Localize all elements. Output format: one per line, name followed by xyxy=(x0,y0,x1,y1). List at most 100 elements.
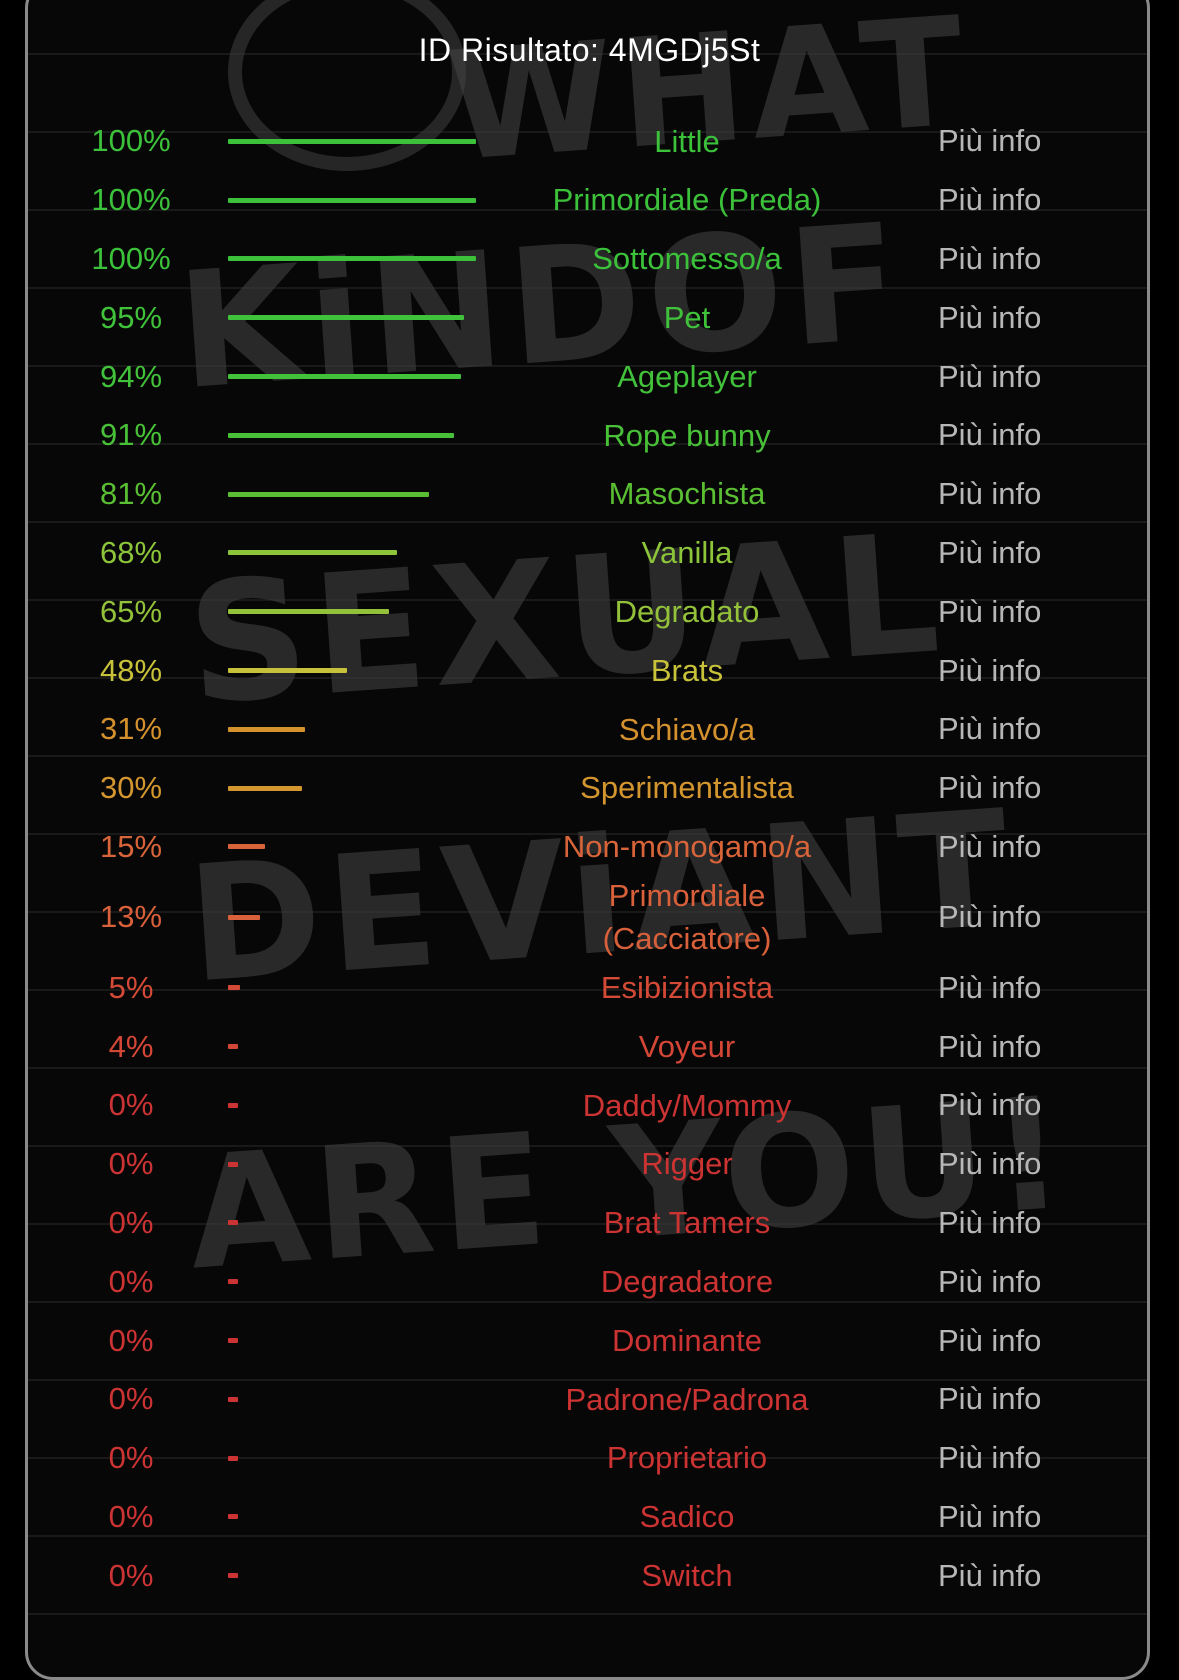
more-info-link[interactable]: Più info xyxy=(938,653,1041,689)
more-info-link[interactable]: Più info xyxy=(938,1146,1041,1182)
result-percent: 95% xyxy=(99,299,163,335)
result-label: Non-monogamo/a xyxy=(562,829,812,865)
more-info-link[interactable]: Più info xyxy=(938,970,1041,1006)
result-row: 65% Degradato Più info xyxy=(0,582,1179,641)
result-bar xyxy=(228,1102,238,1108)
result-row: 0% Daddy/Mommy Più info xyxy=(0,1076,1179,1135)
more-info-link[interactable]: Più info xyxy=(938,594,1041,630)
more-info-link[interactable]: Più info xyxy=(938,241,1041,277)
result-row: 0% Sadico Più info xyxy=(0,1488,1179,1547)
more-info-link[interactable]: Più info xyxy=(938,1264,1041,1300)
more-info-link[interactable]: Più info xyxy=(938,182,1041,218)
result-bar xyxy=(228,256,476,262)
result-row: 100% Sottomesso/a Più info xyxy=(0,230,1179,289)
result-label: Brats xyxy=(650,652,724,688)
more-info-link[interactable]: Più info xyxy=(938,770,1041,806)
brick-line xyxy=(28,1613,1147,1615)
result-label: Degradatore xyxy=(600,1264,774,1300)
result-label: Masochista xyxy=(608,476,766,512)
result-row: 0% Degradatore Più info xyxy=(0,1252,1179,1311)
result-row: 81% Masochista Più info xyxy=(0,465,1179,524)
more-info-link[interactable]: Più info xyxy=(938,1205,1041,1241)
result-row: 30% Sperimentalista Più info xyxy=(0,759,1179,818)
result-row: 68% Vanilla Più info xyxy=(0,524,1179,583)
result-percent: 94% xyxy=(99,358,163,394)
result-label: Dominante xyxy=(612,1322,762,1358)
result-percent: 0% xyxy=(108,1322,154,1358)
more-info-link[interactable]: Più info xyxy=(938,123,1041,159)
result-percent: 100% xyxy=(91,182,171,218)
result-label: Little xyxy=(654,123,720,159)
result-percent: 15% xyxy=(99,828,163,864)
more-info-link[interactable]: Più info xyxy=(938,1558,1041,1594)
result-row: 100% Primordiale (Preda) Più info xyxy=(0,171,1179,230)
more-info-link[interactable]: Più info xyxy=(938,1029,1041,1065)
result-percent: 13% xyxy=(99,899,163,935)
result-row: 31% Schiavo/a Più info xyxy=(0,700,1179,759)
result-label: Rope bunny xyxy=(603,417,771,453)
result-label: Primordiale (Cacciatore) xyxy=(602,877,772,957)
result-bar xyxy=(228,374,462,380)
result-id-title: ID Risultato: 4MGDj5St xyxy=(418,32,761,68)
result-bar xyxy=(228,726,305,732)
more-info-link[interactable]: Più info xyxy=(938,829,1041,865)
result-label: Daddy/Mommy xyxy=(582,1087,792,1123)
result-bar xyxy=(228,491,429,497)
result-label: Degradato xyxy=(614,594,760,630)
result-percent: 48% xyxy=(99,652,163,688)
result-percent: 0% xyxy=(108,1381,154,1417)
result-row: 4% Voyeur Più info xyxy=(0,1017,1179,1076)
result-bar xyxy=(228,1338,238,1344)
result-bar xyxy=(228,1044,238,1050)
result-percent: 100% xyxy=(91,240,171,276)
result-percent: 0% xyxy=(108,1204,154,1240)
more-info-link[interactable]: Più info xyxy=(938,1323,1041,1359)
more-info-link[interactable]: Più info xyxy=(938,476,1041,512)
result-percent: 31% xyxy=(99,711,163,747)
result-percent: 5% xyxy=(108,969,154,1005)
result-row: 0% Rigger Più info xyxy=(0,1135,1179,1194)
result-label: Schiavo/a xyxy=(618,711,756,747)
more-info-link[interactable]: Più info xyxy=(938,359,1041,395)
result-row: 94% Ageplayer Più info xyxy=(0,347,1179,406)
result-bar xyxy=(228,1455,238,1461)
more-info-link[interactable]: Più info xyxy=(938,1087,1041,1123)
result-bar xyxy=(228,914,261,920)
more-info-link[interactable]: Più info xyxy=(938,899,1041,935)
more-info-link[interactable]: Più info xyxy=(938,300,1041,336)
result-label: Vanilla xyxy=(641,535,733,571)
result-row: 5% Esibizionista Più info xyxy=(0,958,1179,1017)
result-bar xyxy=(228,1279,238,1285)
result-percent: 0% xyxy=(108,1498,154,1534)
result-label: Sadico xyxy=(639,1499,735,1535)
result-label: Sperimentalista xyxy=(580,770,794,806)
result-percent: 65% xyxy=(99,593,163,629)
result-bar xyxy=(228,609,390,615)
result-label: Brat Tamers xyxy=(603,1205,771,1241)
more-info-link[interactable]: Più info xyxy=(938,711,1041,747)
result-bar xyxy=(228,1220,238,1226)
result-bar xyxy=(228,844,266,850)
result-row: 0% Padrone/Padrona Più info xyxy=(0,1370,1179,1429)
result-percent: 4% xyxy=(108,1028,154,1064)
result-percent: 81% xyxy=(99,476,163,512)
result-row: 15% Non-monogamo/a Più info xyxy=(0,818,1179,877)
more-info-link[interactable]: Più info xyxy=(938,417,1041,453)
result-percent: 0% xyxy=(108,1263,154,1299)
result-bar xyxy=(228,550,397,556)
result-percent: 100% xyxy=(91,123,171,159)
result-label: Rigger xyxy=(641,1146,733,1182)
more-info-link[interactable]: Più info xyxy=(938,1381,1041,1417)
more-info-link[interactable]: Più info xyxy=(938,1499,1041,1535)
more-info-link[interactable]: Più info xyxy=(938,535,1041,571)
result-label: Esibizionista xyxy=(600,970,774,1006)
result-row: 0% Proprietario Più info xyxy=(0,1429,1179,1488)
result-bar xyxy=(228,432,454,438)
result-bar xyxy=(228,315,464,321)
result-bar xyxy=(228,1396,238,1402)
result-row: 100% Little Più info xyxy=(0,112,1179,171)
result-bar xyxy=(228,785,303,791)
more-info-link[interactable]: Più info xyxy=(938,1440,1041,1476)
result-label: Primordiale (Preda) xyxy=(552,182,822,218)
result-percent: 91% xyxy=(99,417,163,453)
